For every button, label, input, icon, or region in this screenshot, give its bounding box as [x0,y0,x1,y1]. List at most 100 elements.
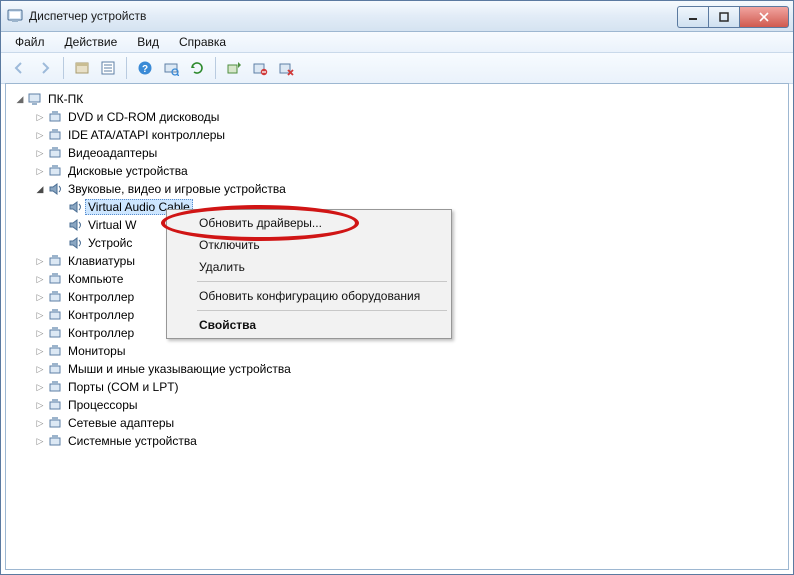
chevron-right-icon[interactable]: ▷ [34,363,46,375]
tree-category[interactable]: ◢ Звуковые, видео и игровые устройства [34,180,784,198]
app-icon [7,8,23,24]
tree-category[interactable]: ▷ Видеоадаптеры [34,144,784,162]
menu-view[interactable]: Вид [129,33,167,51]
update-driver-button[interactable] [222,56,246,80]
titlebar: Диспетчер устройств [1,1,793,32]
ctx-separator [197,281,447,282]
scan-hardware-button[interactable] [159,56,183,80]
tree-category-label: Контроллер [68,326,134,340]
ctx-update-drivers[interactable]: Обновить драйверы... [169,212,449,234]
tree-category-label: Контроллер [68,308,134,322]
tree-category-label: Мыши и иные указывающие устройства [68,362,291,376]
forward-button[interactable] [33,56,57,80]
device-category-icon [48,289,64,305]
computer-icon [28,91,44,107]
tree-category-label: Звуковые, видео и игровые устройства [68,182,286,196]
tree-category[interactable]: ▷ Сетевые адаптеры [34,414,784,432]
chevron-right-icon[interactable]: ▷ [34,399,46,411]
menubar: Файл Действие Вид Справка [1,32,793,53]
ctx-properties[interactable]: Свойства [169,314,449,336]
device-category-icon [48,253,64,269]
back-button[interactable] [7,56,31,80]
maximize-button[interactable] [708,6,739,28]
tree-category[interactable]: ▷ Дисковые устройства [34,162,784,180]
tree-category[interactable]: ▷ Мыши и иные указывающие устройства [34,360,784,378]
device-category-icon [48,271,64,287]
device-category-icon [48,307,64,323]
uninstall-device-button[interactable] [274,56,298,80]
device-category-icon [48,415,64,431]
tree-category-label: Контроллер [68,290,134,304]
refresh-button[interactable] [185,56,209,80]
chevron-right-icon[interactable]: ▷ [34,435,46,447]
tree-category[interactable]: ▷ Системные устройства [34,432,784,450]
expander-icon[interactable]: ◢ [14,93,26,105]
chevron-right-icon[interactable]: ▷ [34,255,46,267]
chevron-right-icon[interactable]: ▷ [34,309,46,321]
tree-device-label: Virtual W [88,218,136,232]
device-category-icon [48,109,64,125]
device-category-icon [48,361,64,377]
tree-category-label: IDE ATA/ATAPI контроллеры [68,128,225,142]
device-category-icon [48,145,64,161]
device-category-icon [48,181,64,197]
device-category-icon [48,379,64,395]
tree-category-label: Клавиатуры [68,254,135,268]
tree-spacer [54,201,66,213]
ctx-delete[interactable]: Удалить [169,256,449,278]
tree-category-label: Процессоры [68,398,138,412]
chevron-right-icon[interactable]: ▷ [34,291,46,303]
tree-category[interactable]: ▷ Мониторы [34,342,784,360]
tree-category[interactable]: ▷ Порты (COM и LPT) [34,378,784,396]
minimize-button[interactable] [677,6,708,28]
device-category-icon [48,163,64,179]
chevron-right-icon[interactable]: ▷ [34,111,46,123]
ctx-separator [197,310,447,311]
device-category-icon [48,127,64,143]
tree-category-label: Компьюте [68,272,123,286]
show-hidden-button[interactable] [70,56,94,80]
disable-device-button[interactable] [248,56,272,80]
chevron-right-icon[interactable]: ▷ [34,417,46,429]
tree-category-label: Видеоадаптеры [68,146,157,160]
chevron-down-icon[interactable]: ◢ [34,183,46,195]
tree-spacer [54,219,66,231]
toolbar-separator [215,57,216,79]
ctx-rescan-hardware[interactable]: Обновить конфигурацию оборудования [169,285,449,307]
svg-text:?: ? [142,64,148,75]
tree-category-label: Системные устройства [68,434,197,448]
ctx-disable[interactable]: Отключить [169,234,449,256]
tree-root[interactable]: ◢ ПК-ПК [14,90,784,108]
properties-toolbar-button[interactable] [96,56,120,80]
toolbar-separator [126,57,127,79]
device-manager-window: Диспетчер устройств Файл Действие Вид Сп… [0,0,794,575]
context-menu: Обновить драйверы... Отключить Удалить О… [166,209,452,339]
device-category-icon [48,433,64,449]
tree-device-label: Устройс [88,236,132,250]
tree-category-label: Сетевые адаптеры [68,416,174,430]
tree-category-label: Мониторы [68,344,125,358]
window-title: Диспетчер устройств [29,9,677,23]
tree-category-label: Порты (COM и LPT) [68,380,179,394]
help-toolbar-button[interactable]: ? [133,56,157,80]
tree-spacer [54,237,66,249]
toolbar-separator [63,57,64,79]
chevron-right-icon[interactable]: ▷ [34,129,46,141]
menu-file[interactable]: Файл [7,33,53,51]
chevron-right-icon[interactable]: ▷ [34,273,46,285]
chevron-right-icon[interactable]: ▷ [34,165,46,177]
tree-category[interactable]: ▷DVD и CD-ROM дисководы [34,108,784,126]
chevron-right-icon[interactable]: ▷ [34,345,46,357]
tree-category[interactable]: ▷ Процессоры [34,396,784,414]
chevron-right-icon[interactable]: ▷ [34,327,46,339]
chevron-right-icon[interactable]: ▷ [34,147,46,159]
tree-root-label: ПК-ПК [48,92,83,106]
menu-action[interactable]: Действие [57,33,126,51]
menu-help[interactable]: Справка [171,33,234,51]
tree-category[interactable]: ▷ IDE ATA/ATAPI контроллеры [34,126,784,144]
tree-category-label: Дисковые устройства [68,164,188,178]
close-button[interactable] [739,6,789,28]
chevron-right-icon[interactable]: ▷ [34,381,46,393]
toolbar: ? [1,53,793,84]
window-controls [677,6,789,26]
